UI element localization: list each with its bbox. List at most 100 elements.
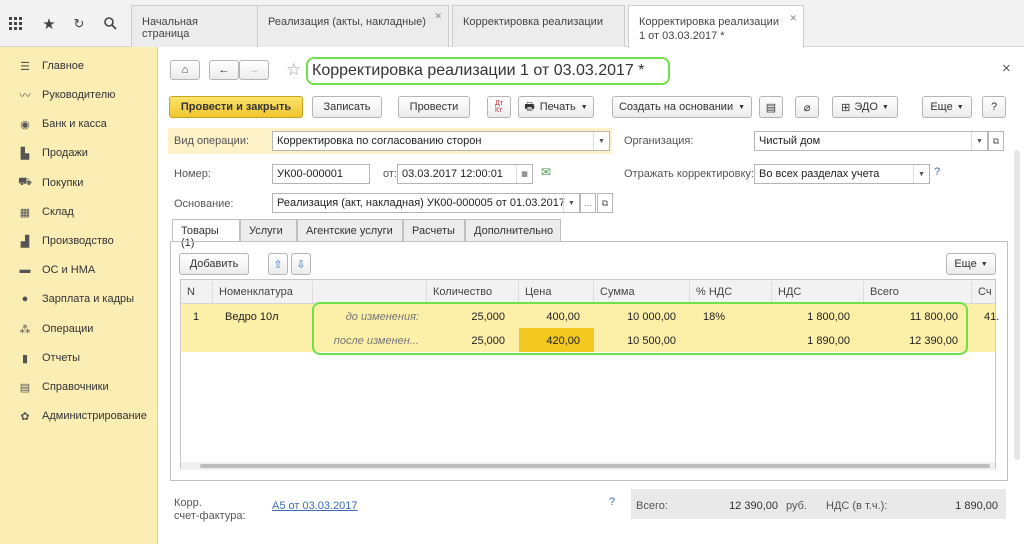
sidebar-item-label: ОС и НМА xyxy=(42,264,96,276)
sidebar-item-label: Склад xyxy=(42,206,74,218)
tab-additional[interactable]: Дополнительно xyxy=(465,219,561,241)
sidebar-item-label: Продажи xyxy=(42,147,88,159)
operation-value: Корректировка по согласованию сторон xyxy=(277,135,482,147)
col-state[interactable] xyxy=(313,281,427,303)
tab-correction-doc[interactable]: Корректировка реализации 1 от 03.03.2017… xyxy=(628,5,804,48)
chevron-down-icon: ▼ xyxy=(980,260,988,268)
open-icon[interactable]: ⧉ xyxy=(597,193,613,213)
col-vat-rate[interactable]: % НДС xyxy=(690,281,772,303)
chevron-down-icon[interactable]: ▼ xyxy=(971,132,987,150)
tab-label: Реализация (акты, накладные) xyxy=(268,16,426,28)
row-item[interactable]: Ведро 10л xyxy=(219,306,285,330)
post-and-close-button[interactable]: Провести и закрыть xyxy=(169,96,303,118)
close-icon[interactable]: × xyxy=(1002,60,1011,77)
help-link[interactable]: ? xyxy=(934,166,940,178)
back-button[interactable]: ← xyxy=(209,60,239,80)
col-total[interactable]: Всего xyxy=(864,281,972,303)
sidebar-item-label: Операции xyxy=(42,323,94,335)
tab-label: Корректировка реализации xyxy=(463,16,603,28)
sidebar-item-reports[interactable]: ▮ Отчеты xyxy=(0,348,158,368)
close-icon[interactable]: ✕ xyxy=(789,11,797,25)
print-button[interactable]: 🖶 Печать ▼ xyxy=(518,96,594,118)
sidebar-item-catalogs[interactable]: ▤ Справочники xyxy=(0,377,158,397)
col-vat[interactable]: НДС xyxy=(772,281,864,303)
row-number: 1 xyxy=(193,311,200,323)
tab-services[interactable]: Услуги xyxy=(240,219,297,241)
tab-home[interactable]: Начальная страница xyxy=(131,5,258,47)
favorite-star-icon[interactable]: ☆ xyxy=(286,60,301,80)
tab-goods[interactable]: Товары (1) xyxy=(172,219,240,249)
sidebar-item-warehouse[interactable]: ▦ Склад xyxy=(0,202,158,222)
operation-select[interactable]: Корректировка по согласованию сторон ▼ xyxy=(272,131,610,151)
document-icon[interactable]: ▤ xyxy=(759,96,783,118)
status-icon[interactable]: ✉ xyxy=(541,165,551,179)
col-price[interactable]: Цена xyxy=(519,281,594,303)
history-icon[interactable]: ↻ xyxy=(63,0,95,47)
sidebar-item-sales[interactable]: ▙ Продажи xyxy=(0,143,158,163)
scrollbar-thumb[interactable] xyxy=(200,464,990,468)
number-field[interactable]: УК00-000001 xyxy=(272,164,370,184)
before-account[interactable]: 41. xyxy=(978,306,1005,330)
paperclip-icon[interactable]: ⌀ xyxy=(795,96,819,118)
organization-value: Чистый дом xyxy=(759,135,821,147)
col-item[interactable]: Номенклатура xyxy=(213,281,313,303)
chevron-down-icon: ▼ xyxy=(738,103,746,111)
sidebar-item-main[interactable]: ☰ Главное xyxy=(0,56,158,76)
date-field[interactable]: 03.03.2017 12:00:01 ▦ xyxy=(397,164,533,184)
sidebar-item-assets[interactable]: ▬ ОС и НМА xyxy=(0,260,158,280)
table-more-button[interactable]: Еще ▼ xyxy=(946,253,996,275)
post-button[interactable]: Провести xyxy=(398,96,470,118)
add-button[interactable]: Добавить xyxy=(179,253,249,275)
edo-label: ЭДО xyxy=(854,101,878,113)
col-quantity[interactable]: Количество xyxy=(427,281,519,303)
number-label: Номер: xyxy=(174,168,211,180)
sidebar-item-label: Администрирование xyxy=(42,410,147,422)
dt-kt-button[interactable]: Дт Кт xyxy=(487,96,511,118)
invoice-link[interactable]: А5 от 03.03.2017 xyxy=(272,500,358,512)
sidebar-item-label: Зарплата и кадры xyxy=(42,293,135,305)
help-button[interactable]: ? xyxy=(982,96,1006,118)
sidebar-item-salary[interactable]: ● Зарплата и кадры xyxy=(0,289,158,309)
search-icon[interactable] xyxy=(94,0,126,47)
calendar-icon[interactable]: ▦ xyxy=(516,165,532,183)
bag-icon: ▙ xyxy=(20,147,30,160)
sidebar-item-manager[interactable]: 〰 Руководителю xyxy=(0,85,158,105)
close-icon[interactable]: ✕ xyxy=(434,11,442,22)
sidebar-item-label: Банк и касса xyxy=(42,118,107,130)
tab-sales-list[interactable]: Реализация (акты, накладные) ✕ xyxy=(257,5,449,47)
edo-button[interactable]: ⊞ ЭДО ▼ xyxy=(832,96,898,118)
select-icon[interactable]: … xyxy=(580,193,596,213)
chevron-down-icon[interactable]: ▼ xyxy=(563,194,579,212)
help-link[interactable]: ? xyxy=(609,496,615,508)
more-button[interactable]: Еще ▼ xyxy=(922,96,972,118)
organization-field[interactable]: Чистый дом ▼ xyxy=(754,131,988,151)
sidebar-item-operations[interactable]: ⁂ Операции xyxy=(0,319,158,339)
create-based-on-button[interactable]: Создать на основании ▼ xyxy=(612,96,752,118)
col-n[interactable]: N xyxy=(181,281,213,303)
col-account[interactable]: Сч xyxy=(972,281,995,303)
sidebar-item-purchases[interactable]: ⛟ Покупки xyxy=(0,173,158,193)
sidebar-item-production[interactable]: ▟ Производство xyxy=(0,231,158,251)
open-icon[interactable]: ⧉ xyxy=(988,131,1004,151)
arrow-down-icon[interactable]: ⇩ xyxy=(291,253,311,275)
grid-icon[interactable] xyxy=(0,0,32,47)
save-button[interactable]: Записать xyxy=(312,96,382,118)
arrow-up-icon[interactable]: ⇧ xyxy=(268,253,288,275)
sidebar-item-label: Производство xyxy=(42,235,114,247)
vertical-scrollbar[interactable] xyxy=(1014,150,1020,460)
chevron-down-icon[interactable]: ▼ xyxy=(913,165,929,183)
tab-agent-services[interactable]: Агентские услуги xyxy=(297,219,403,241)
tab-correction-list[interactable]: Корректировка реализации xyxy=(452,5,625,47)
sidebar-item-admin[interactable]: ✿ Администрирование xyxy=(0,406,158,426)
tab-settlements[interactable]: Расчеты xyxy=(403,219,465,241)
forward-button[interactable]: → xyxy=(239,60,269,80)
col-sum[interactable]: Сумма xyxy=(594,281,690,303)
basis-label: Основание: xyxy=(174,198,234,210)
star-icon[interactable]: ★ xyxy=(33,0,65,47)
home-button[interactable]: ⌂ xyxy=(170,60,200,80)
sidebar-item-bank[interactable]: ◉ Банк и касса xyxy=(0,114,158,134)
cart-icon: ⛟ xyxy=(18,176,32,188)
reflect-select[interactable]: Во всех разделах учета ▼ xyxy=(754,164,930,184)
basis-field[interactable]: Реализация (акт, накладная) УК00-000005 … xyxy=(272,193,580,213)
chevron-down-icon[interactable]: ▼ xyxy=(593,132,609,150)
